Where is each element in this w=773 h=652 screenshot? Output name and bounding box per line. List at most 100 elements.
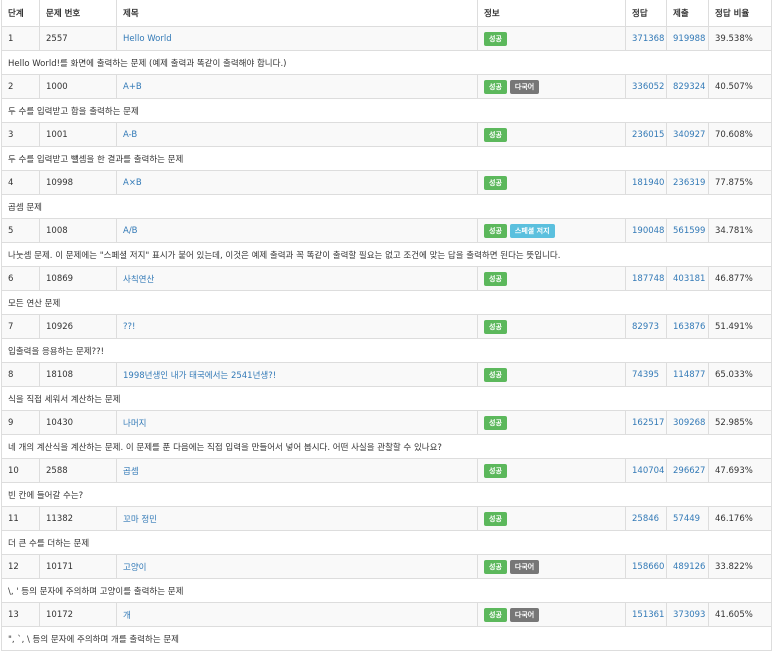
accept-ratio: 46.877% xyxy=(708,266,772,291)
accepted-count-link[interactable]: 181940 xyxy=(632,178,664,188)
problem-id: 10869 xyxy=(39,266,117,291)
problem-description-row: 두 수를 입력받고 뺄셈을 한 결과를 출력하는 문제 xyxy=(1,146,772,171)
problem-row: 6 10869 사칙연산 성공 187748 403181 46.877% xyxy=(1,266,772,291)
problem-title-link[interactable]: ??! xyxy=(123,322,135,332)
problem-row: 7 10926 ??! 성공 82973 163876 51.491% xyxy=(1,314,772,339)
submission-count-link[interactable]: 489126 xyxy=(673,562,705,572)
success-badge: 성공 xyxy=(484,511,507,526)
problem-row: 13 10172 개 성공 다국어 151361 373093 41.605% xyxy=(1,602,772,627)
problem-title-link[interactable]: 나머지 xyxy=(123,419,146,429)
problem-id: 10926 xyxy=(39,314,117,339)
success-badge: 성공 xyxy=(484,367,507,382)
submission-count-link[interactable]: 373093 xyxy=(673,610,705,620)
problem-row: 4 10998 A×B 성공 181940 236319 77.875% xyxy=(1,170,772,195)
problem-id: 11382 xyxy=(39,506,117,531)
header-title: 제목 xyxy=(116,0,478,27)
success-badge: 성공 xyxy=(484,319,507,334)
problem-description-row: 곱셈 문제 xyxy=(1,194,772,219)
problem-description-row: 두 수를 입력받고 합을 출력하는 문제 xyxy=(1,98,772,123)
problem-id: 2557 xyxy=(39,26,117,51)
problem-row: 1 2557 Hello World 성공 371368 919988 39.5… xyxy=(1,26,772,51)
problem-description: 곱셈 문제 xyxy=(1,194,772,219)
accepted-count-link[interactable]: 151361 xyxy=(632,610,664,620)
submission-count-link[interactable]: 163876 xyxy=(673,322,705,332)
accepted-count-link[interactable]: 82973 xyxy=(632,322,659,332)
problem-title-link[interactable]: A/B xyxy=(123,226,138,236)
accept-ratio: 47.693% xyxy=(708,458,772,483)
success-badge: 성공 xyxy=(484,607,507,622)
problem-title-link[interactable]: A×B xyxy=(123,178,142,188)
info-cell: 성공 xyxy=(477,362,626,387)
problem-title-link[interactable]: 꼬마 정민 xyxy=(123,515,157,525)
step-number: 5 xyxy=(1,218,40,243)
accept-ratio: 51.491% xyxy=(708,314,772,339)
submission-count-link[interactable]: 561599 xyxy=(673,226,705,236)
accepted-count-link[interactable]: 187748 xyxy=(632,274,664,284)
problem-title-link[interactable]: A-B xyxy=(123,130,137,140)
accept-ratio: 65.033% xyxy=(708,362,772,387)
problem-row: 12 10171 고양이 성공 다국어 158660 489126 33.822% xyxy=(1,554,772,579)
problem-id: 10998 xyxy=(39,170,117,195)
problem-description: 네 개의 계산식을 계산하는 문제. 이 문제를 푼 다음에는 직접 입력을 만… xyxy=(1,434,772,459)
info-cell: 성공 xyxy=(477,458,626,483)
submission-count-link[interactable]: 829324 xyxy=(673,82,705,92)
success-badge: 성공 xyxy=(484,31,507,46)
problem-description-row: 입출력을 응용하는 문제??! xyxy=(1,338,772,363)
problem-row: 9 10430 나머지 성공 162517 309268 52.985% xyxy=(1,410,772,435)
step-number: 8 xyxy=(1,362,40,387)
info-cell: 성공 다국어 xyxy=(477,74,626,99)
accepted-count-link[interactable]: 140704 xyxy=(632,466,664,476)
submission-count-link[interactable]: 403181 xyxy=(673,274,705,284)
problem-title-link[interactable]: 고양이 xyxy=(123,563,146,573)
problem-title-link[interactable]: 1998년생인 내가 태국에서는 2541년생?! xyxy=(123,371,276,381)
submission-count-link[interactable]: 309268 xyxy=(673,418,705,428)
submission-count-link[interactable]: 236319 xyxy=(673,178,705,188)
problem-description: 모든 연산 문제 xyxy=(1,290,772,315)
problem-description-row: 더 큰 수를 더하는 문제 xyxy=(1,530,772,555)
problem-description-row: 모든 연산 문제 xyxy=(1,290,772,315)
accept-ratio: 46.176% xyxy=(708,506,772,531)
accepted-count-link[interactable]: 371368 xyxy=(632,34,664,44)
accept-ratio: 40.507% xyxy=(708,74,772,99)
problem-title-link[interactable]: Hello World xyxy=(123,34,172,44)
problem-description: 더 큰 수를 더하는 문제 xyxy=(1,530,772,555)
problem-description: 빈 칸에 들어갈 수는? xyxy=(1,482,772,507)
accept-ratio: 34.781% xyxy=(708,218,772,243)
problem-description-row: 빈 칸에 들어갈 수는? xyxy=(1,482,772,507)
accepted-count-link[interactable]: 25846 xyxy=(632,514,659,524)
submission-count-link[interactable]: 919988 xyxy=(673,34,705,44)
problem-row: 5 1008 A/B 성공 스페셜 저지 190048 561599 34.781… xyxy=(1,218,772,243)
submission-count-link[interactable]: 57449 xyxy=(673,514,700,524)
problem-description-row: Hello World!를 화면에 출력하는 문제 (예제 출력과 똑같이 출력… xyxy=(1,50,772,75)
problem-title-link[interactable]: 곱셈 xyxy=(123,467,139,477)
accepted-count-link[interactable]: 162517 xyxy=(632,418,664,428)
accept-ratio: 77.875% xyxy=(708,170,772,195)
problem-row: 10 2588 곱셈 성공 140704 296627 47.693% xyxy=(1,458,772,483)
submission-count-link[interactable]: 114877 xyxy=(673,370,705,380)
problem-title-link[interactable]: A+B xyxy=(123,82,142,92)
accepted-count-link[interactable]: 158660 xyxy=(632,562,664,572)
submission-count-link[interactable]: 296627 xyxy=(673,466,705,476)
accept-ratio: 41.605% xyxy=(708,602,772,627)
accepted-count-link[interactable]: 190048 xyxy=(632,226,664,236)
success-badge: 성공 xyxy=(484,463,507,478)
step-number: 4 xyxy=(1,170,40,195)
accepted-count-link[interactable]: 236015 xyxy=(632,130,664,140)
problem-id: 2588 xyxy=(39,458,117,483)
problem-title-link[interactable]: 사칙연산 xyxy=(123,275,154,285)
problem-description-row: 식을 직접 세워서 계산하는 문제 xyxy=(1,386,772,411)
success-badge: 성공 xyxy=(484,271,507,286)
accepted-count-link[interactable]: 74395 xyxy=(632,370,659,380)
problem-title-link[interactable]: 개 xyxy=(123,611,131,621)
accept-ratio: 70.608% xyxy=(708,122,772,147)
header-accepted: 정답 xyxy=(625,0,667,27)
submission-count-link[interactable]: 340927 xyxy=(673,130,705,140)
multilang-badge: 다국어 xyxy=(509,559,540,574)
multilang-badge: 다국어 xyxy=(509,79,540,94)
accept-ratio: 52.985% xyxy=(708,410,772,435)
info-cell: 성공 다국어 xyxy=(477,602,626,627)
info-cell: 성공 다국어 xyxy=(477,554,626,579)
step-number: 9 xyxy=(1,410,40,435)
accepted-count-link[interactable]: 336052 xyxy=(632,82,664,92)
success-badge: 성공 xyxy=(484,559,507,574)
